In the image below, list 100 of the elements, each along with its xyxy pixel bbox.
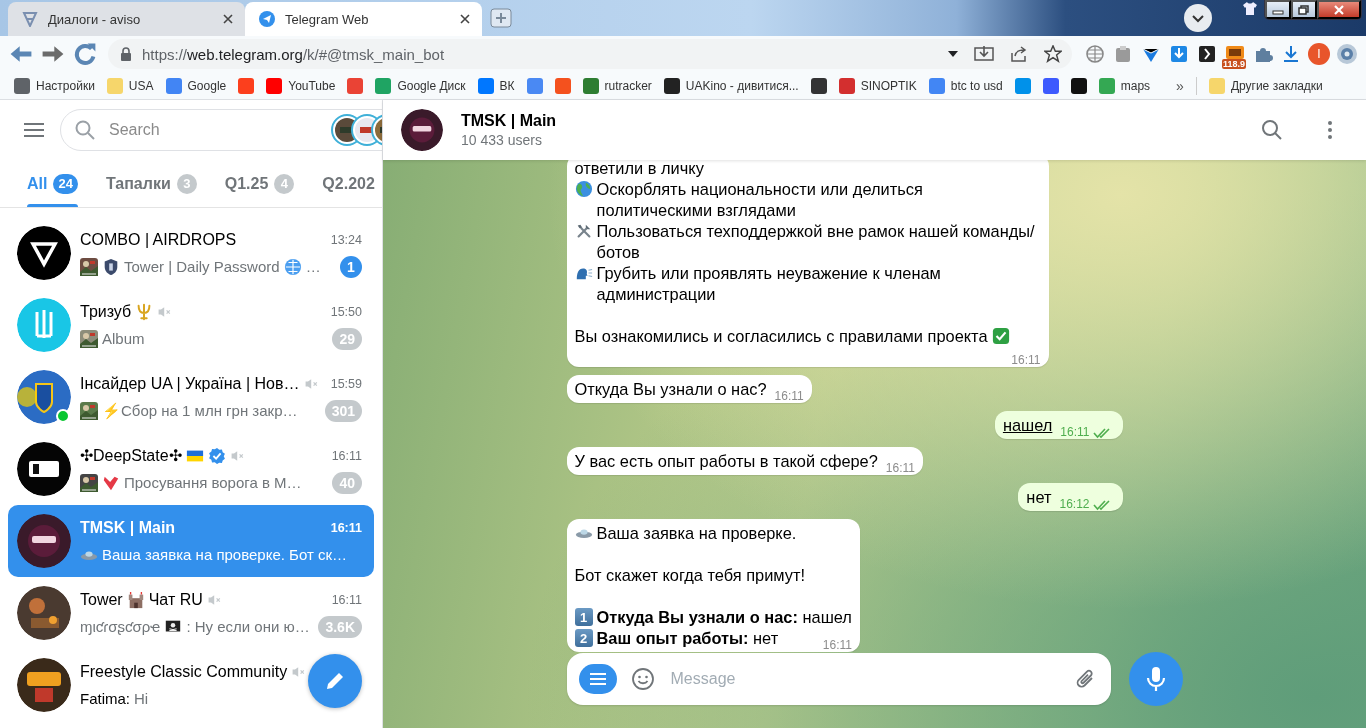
- microphone-icon: [1145, 666, 1166, 692]
- folder-tab[interactable]: Q2.202: [322, 160, 375, 207]
- chat-item[interactable]: Tower Чат RU 16:11 ɱιƈɾσʂƈσρҽ : Ну если они ю… 3.6K: [8, 577, 374, 649]
- check-icon: [991, 327, 1010, 345]
- chat-name: TMSK | Main: [80, 518, 176, 537]
- message-text: Ваша заявка на проверке.: [596, 523, 797, 544]
- share-icon[interactable]: [1010, 45, 1028, 63]
- star-icon[interactable]: [1044, 45, 1062, 63]
- emoji-icon[interactable]: [630, 667, 655, 691]
- counter-badge: 118.9: [1222, 59, 1247, 69]
- close-icon[interactable]: [221, 12, 235, 26]
- avatar: [401, 109, 443, 151]
- unread-badge: 3.6K: [318, 615, 362, 638]
- close-button[interactable]: [1317, 0, 1361, 19]
- tools-icon: [574, 222, 593, 240]
- more-bookmarks-button[interactable]: »: [1176, 77, 1184, 94]
- chat-time: 16:11: [330, 448, 362, 463]
- message-text: Бот скажет когда тебя примут!: [574, 565, 806, 586]
- message-text: Пользоваться техподдержкой вне рамок нашей команды/ботов: [596, 221, 1036, 263]
- message-preview: : Ну если они ю…: [186, 618, 310, 635]
- message-text: Грубить или проявлять неуважение к членам администрации: [596, 263, 942, 305]
- bookmark[interactable]: USA: [106, 77, 154, 94]
- search-icon: [75, 120, 95, 140]
- message-preview: ɱιƈɾσʂƈσρҽ: [80, 618, 161, 635]
- close-icon: [1333, 4, 1345, 15]
- bookmark[interactable]: UAKino - дивитися...: [663, 77, 799, 94]
- bookmark[interactable]: btc to usd: [928, 77, 1003, 94]
- folder-tab[interactable]: Q1.25 4: [224, 160, 295, 207]
- close-icon[interactable]: [458, 12, 472, 26]
- microphone-button[interactable]: [1128, 652, 1183, 706]
- chat-item[interactable]: Freestyle Classic Community Fatima: Hi: [8, 649, 374, 721]
- bookmark[interactable]: ВК: [477, 77, 515, 94]
- aviso-logo-icon: [22, 11, 38, 27]
- globe-icon[interactable]: [1085, 44, 1105, 64]
- message-preview: Ваша заявка на проверке. Бот ск…: [102, 546, 348, 563]
- chat-name: Тризуб: [80, 302, 132, 321]
- menu-icon: [588, 672, 607, 686]
- install-icon[interactable]: [974, 45, 994, 63]
- browser-tab[interactable]: Диалоги - aviso: [8, 2, 245, 36]
- bookmark[interactable]: rutracker: [582, 77, 652, 94]
- browser-tab[interactable]: Telegram Web: [245, 2, 482, 36]
- bookmark[interactable]: YouTube: [266, 77, 336, 94]
- bookmark[interactable]: Настройки: [14, 77, 95, 94]
- member-count: 10 433 users: [461, 132, 543, 148]
- reload-icon[interactable]: [72, 41, 98, 67]
- gear-icon[interactable]: [1336, 43, 1358, 65]
- message-text: Оскорблять национальности или делиться политическими взглядами: [596, 179, 924, 221]
- message-composer[interactable]: Message: [566, 653, 1111, 705]
- bot-menu-button[interactable]: [578, 664, 617, 694]
- bookmark[interactable]: Google: [165, 77, 227, 94]
- shirt-icon[interactable]: [1242, 0, 1258, 16]
- count-badge: 3: [176, 173, 197, 194]
- bookmark-icon[interactable]: [1070, 77, 1087, 94]
- download-icon[interactable]: [1281, 44, 1301, 64]
- tab-title: Telegram Web: [285, 11, 370, 27]
- message-text: Откуда Вы узнали о нас: нашел: [596, 607, 852, 628]
- bookmark[interactable]: SINOPTIK: [838, 77, 917, 94]
- message-text: нет: [1026, 487, 1052, 508]
- chat-item[interactable]: ✣DeepState✣ 16:11 Просування ворога в М… 40: [8, 433, 374, 505]
- chat-name: ✣DeepState✣: [80, 446, 182, 465]
- address-bar[interactable]: https://web.telegram.org/k/#@tmsk_main_bot: [108, 39, 1072, 69]
- download-icon[interactable]: [1169, 44, 1189, 64]
- shield-icon: [102, 257, 120, 276]
- number-icon: 2: [574, 629, 593, 647]
- chat-name: Інсайдер UA | Україна | Нов…: [80, 374, 300, 393]
- maximize-button[interactable]: [1291, 0, 1317, 19]
- restore-icon: [1298, 4, 1310, 15]
- new-tab-icon[interactable]: [490, 8, 512, 28]
- castle-icon: [126, 590, 145, 609]
- message-field[interactable]: Message: [668, 669, 1061, 689]
- message-text: ответили в личку: [574, 160, 704, 179]
- unread-badge: 40: [332, 471, 362, 494]
- message-time: 16:11: [822, 638, 852, 652]
- message-preview: Album: [102, 330, 145, 347]
- bookmark[interactable]: Другие закладки: [1208, 77, 1323, 94]
- pencil-icon: [324, 670, 346, 692]
- compose-button[interactable]: [308, 654, 362, 708]
- lock-icon: [120, 47, 132, 61]
- unread-badge: 301: [324, 399, 362, 422]
- chat-item[interactable]: Тризуб 15:50 Album 29: [8, 289, 374, 361]
- chat-item[interactable]: COMBO | AIRDROPS 13:24 Tower | Daily Password … 1: [8, 217, 374, 289]
- count-badge: 4: [274, 173, 295, 194]
- bracket-icon[interactable]: [1197, 44, 1217, 64]
- tab-title: Диалоги - aviso: [48, 11, 142, 27]
- caret-icon[interactable]: [948, 51, 958, 57]
- minimize-button[interactable]: [1265, 0, 1291, 19]
- profile-button[interactable]: I: [1308, 43, 1330, 65]
- tab-menu-icon[interactable]: [1184, 4, 1212, 32]
- bookmark-icon[interactable]: [810, 77, 827, 94]
- message-time: 16:12: [1059, 497, 1090, 511]
- clipboard-icon[interactable]: [1113, 44, 1133, 64]
- menu-icon[interactable]: [24, 122, 44, 138]
- folder-tab[interactable]: Тапалки 3: [105, 160, 197, 207]
- search-input[interactable]: Search: [107, 120, 318, 140]
- bookmark[interactable]: maps: [1098, 77, 1151, 94]
- globe-icon: [574, 180, 593, 198]
- bookmark[interactable]: Google Диск: [375, 77, 466, 94]
- globe-icon: [283, 257, 302, 276]
- number-icon: 1: [574, 608, 593, 626]
- chat-item[interactable]: Інсайдер UA | Україна | Нов… 15:59 ⚡Сбор на 1 млн грн закр… 301: [8, 361, 374, 433]
